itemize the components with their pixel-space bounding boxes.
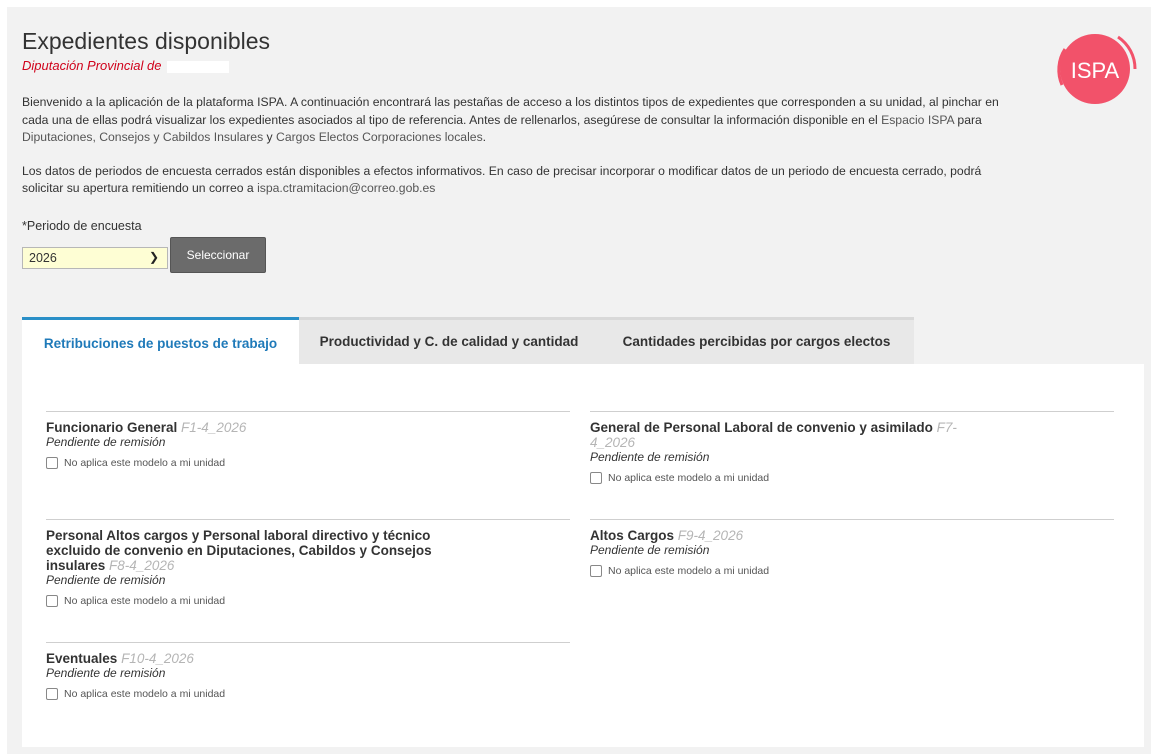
card-status: Pendiente de remisión	[46, 435, 166, 449]
ispa-logo: ISPA	[1057, 34, 1137, 104]
card-code: F9-4_2026	[677, 528, 744, 543]
subtitle-text: Diputación Provincial de	[22, 58, 162, 73]
no-aplica-checkbox[interactable]	[590, 565, 602, 577]
no-aplica-checkbox[interactable]	[46, 595, 58, 607]
card-title[interactable]: Funcionario General F1-4_2026	[46, 420, 570, 435]
period-select-value: 2026	[29, 251, 57, 265]
tab-bar: Retribuciones de puestos de trabajo Prod…	[22, 317, 914, 371]
card-code: F8-4_2026	[109, 558, 175, 573]
card-title[interactable]: Eventuales F10-4_2026	[46, 651, 570, 666]
tab-productividad[interactable]: Productividad y C. de calidad y cantidad	[299, 320, 599, 368]
no-aplica-option[interactable]: No aplica este modelo a mi unidad	[46, 688, 570, 700]
link-diputaciones[interactable]: Diputaciones, Consejos y Cabildos Insula…	[22, 130, 263, 144]
tab-retribuciones[interactable]: Retribuciones de puestos de trabajo	[22, 317, 299, 371]
period-label: *Periodo de encuesta	[22, 219, 142, 233]
no-aplica-option[interactable]: No aplica este modelo a mi unidad	[590, 565, 1114, 577]
expediente-card-f1: Funcionario General F1-4_2026 Pendiente …	[46, 411, 570, 469]
expediente-card-f9: Altos Cargos F9-4_2026 Pendiente de remi…	[590, 519, 1114, 577]
card-code: F1-4_2026	[181, 420, 247, 435]
tab-cargos-electos[interactable]: Cantidades percibidas por cargos electos	[599, 320, 914, 368]
page-subtitle: Diputación Provincial de	[22, 58, 230, 73]
no-aplica-option[interactable]: No aplica este modelo a mi unidad	[46, 595, 570, 607]
redacted-name	[167, 60, 230, 73]
chevron-down-icon: ❯	[148, 250, 159, 264]
link-cargos-electos[interactable]: Cargos Electos Corporaciones locales	[276, 130, 483, 144]
no-aplica-checkbox[interactable]	[590, 472, 602, 484]
card-status: Pendiente de remisión	[46, 666, 166, 680]
period-select[interactable]: 2026 ❯	[22, 247, 168, 269]
page-title: Expedientes disponibles	[22, 28, 271, 54]
card-status: Pendiente de remisión	[590, 543, 710, 557]
no-aplica-option[interactable]: No aplica este modelo a mi unidad	[46, 457, 570, 469]
intro-paragraph-2: Los datos de periodos de encuesta cerrad…	[22, 163, 982, 196]
card-status: Pendiente de remisión	[46, 573, 166, 587]
card-status: Pendiente de remisión	[590, 450, 710, 464]
no-aplica-checkbox[interactable]	[46, 457, 58, 469]
intro-text: Bienvenido a la aplicación de la platafo…	[22, 94, 1022, 214]
tab-content: Funcionario General F1-4_2026 Pendiente …	[22, 364, 1144, 747]
email-link[interactable]: ispa.ctramitacion@correo.gob.es	[257, 181, 435, 195]
card-title[interactable]: Altos Cargos F9-4_2026	[590, 528, 1114, 543]
card-title[interactable]: Personal Altos cargos y Personal laboral…	[46, 528, 466, 573]
link-espacio-ispa[interactable]: Espacio ISPA	[881, 113, 954, 127]
logo-text: ISPA	[1071, 58, 1120, 83]
card-code: F10-4_2026	[121, 651, 194, 666]
select-button[interactable]: Seleccionar	[170, 237, 266, 273]
card-title[interactable]: General de Personal Laboral de convenio …	[590, 420, 990, 450]
expediente-card-f10: Eventuales F10-4_2026 Pendiente de remis…	[46, 642, 570, 700]
no-aplica-checkbox[interactable]	[46, 688, 58, 700]
expediente-card-f8: Personal Altos cargos y Personal laboral…	[46, 519, 570, 607]
intro-paragraph-1: Bienvenido a la aplicación de la platafo…	[22, 95, 999, 144]
expediente-card-f7: General de Personal Laboral de convenio …	[590, 411, 1114, 484]
no-aplica-option[interactable]: No aplica este modelo a mi unidad	[590, 472, 1114, 484]
